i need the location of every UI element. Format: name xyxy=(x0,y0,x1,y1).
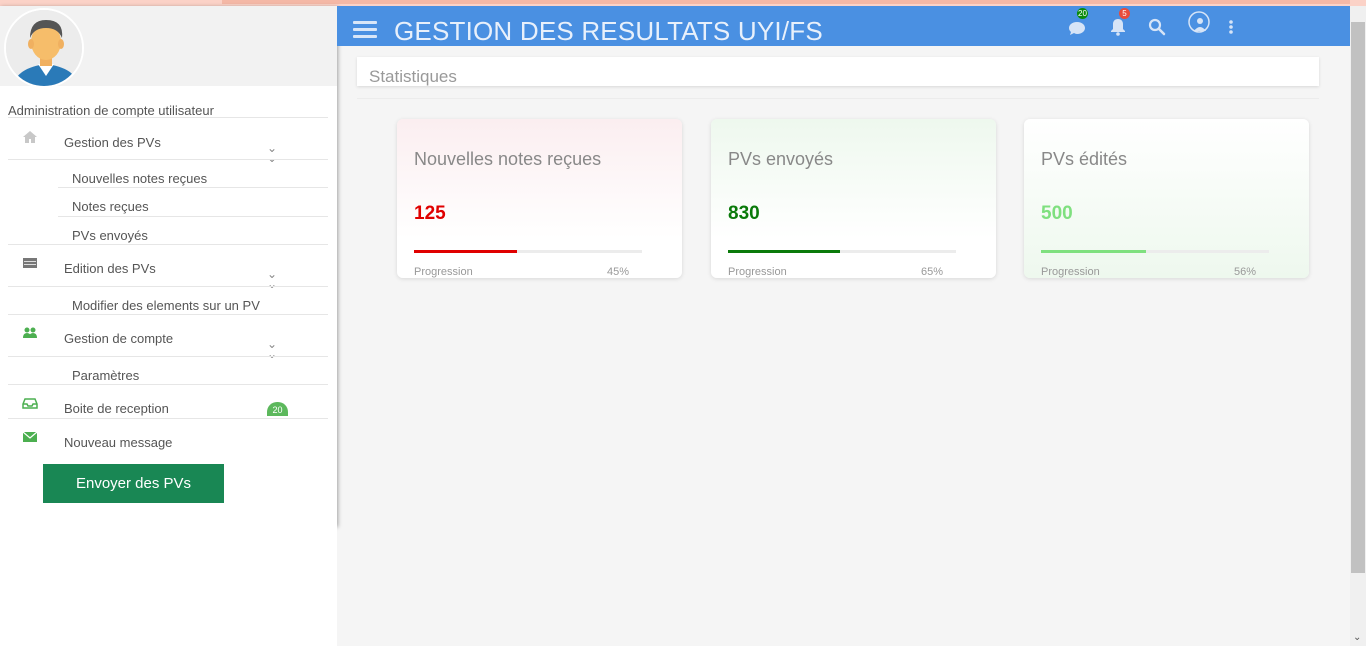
sidebar-blank-area xyxy=(0,526,337,646)
inbox-icon xyxy=(22,398,38,409)
statistics-header: Statistiques xyxy=(357,57,1319,86)
divider xyxy=(8,286,328,287)
table-icon xyxy=(23,258,37,268)
progress-fill xyxy=(728,250,840,253)
top-accent xyxy=(222,0,1350,4)
card-title: PVs édités xyxy=(1041,149,1128,169)
scrollbar-thumb[interactable] xyxy=(1351,22,1365,573)
scroll-down-arrow-icon[interactable]: ⌄ xyxy=(1353,632,1361,643)
home-icon xyxy=(23,131,37,143)
top-header: GESTION DES RESULTATS UYI/FS 20 5 xyxy=(337,6,1350,46)
profile-area xyxy=(0,6,337,88)
divider xyxy=(8,418,328,419)
divider xyxy=(8,244,328,245)
sidebar-item-boite-reception[interactable]: Boite de reception xyxy=(64,401,169,416)
card-value: 125 xyxy=(414,203,446,224)
stat-card-pvs-edites: PVs édités 500 Progression 56% xyxy=(1024,119,1309,278)
divider xyxy=(8,314,328,315)
card-value: 830 xyxy=(728,203,760,224)
envelope-icon xyxy=(22,431,38,442)
search-icon[interactable] xyxy=(1148,18,1166,36)
users-icon xyxy=(23,327,37,338)
sidebar-item-nouveau-message[interactable]: Nouveau message xyxy=(64,435,172,450)
avatar-image-icon xyxy=(6,10,82,86)
sidebar-subitem-modifier-pv[interactable]: Modifier des elements sur un PV xyxy=(72,298,260,313)
sidebar-item-edition-pvs[interactable]: Edition des PVs xyxy=(64,261,156,276)
section-title: Statistiques xyxy=(369,67,457,86)
divider xyxy=(357,98,1319,99)
progress-fill xyxy=(1041,250,1146,253)
admin-title: Administration de compte utilisateur xyxy=(8,103,214,118)
send-pvs-button[interactable]: Envoyer des PVs xyxy=(43,464,224,503)
divider xyxy=(8,356,328,357)
progress-label: Progression xyxy=(728,266,787,278)
progress-track xyxy=(728,250,956,253)
progress-track xyxy=(414,250,642,253)
sidebar-subitem-pvs-envoyes[interactable]: PVs envoyés xyxy=(72,228,148,243)
progress-label: Progression xyxy=(1041,266,1100,278)
chevron-down-icon[interactable]: ⌄ ⌄ xyxy=(267,142,277,164)
divider xyxy=(8,117,328,118)
user-profile-icon[interactable] xyxy=(1187,10,1211,36)
progress-percent: 65% xyxy=(921,266,944,278)
card-title: PVs envoyés xyxy=(728,149,834,169)
inbox-count-badge: 20 xyxy=(267,402,288,416)
divider xyxy=(8,384,328,385)
divider xyxy=(58,187,328,188)
sidebar: Administration de compte utilisateur Ges… xyxy=(0,6,337,526)
progress-percent: 56% xyxy=(1234,266,1257,278)
sidebar-subitem-nouvelles-notes[interactable]: Nouvelles notes reçues xyxy=(72,171,207,186)
user-avatar[interactable] xyxy=(4,8,84,88)
divider xyxy=(8,159,328,160)
vertical-scrollbar[interactable]: ⌄ xyxy=(1350,6,1366,646)
messages-count-badge: 20 xyxy=(1077,8,1088,19)
card-value: 500 xyxy=(1041,203,1073,224)
app-title: GESTION DES RESULTATS UYI/FS xyxy=(394,16,823,46)
sidebar-item-gestion-pvs[interactable]: Gestion des PVs xyxy=(64,135,161,150)
sidebar-item-gestion-compte[interactable]: Gestion de compte xyxy=(64,331,173,346)
notifications-count-badge: 5 xyxy=(1119,8,1130,19)
stat-card-nouvelles-notes: Nouvelles notes reçues 125 Progression 4… xyxy=(397,119,682,278)
sidebar-subitem-parametres[interactable]: Paramètres xyxy=(72,368,139,383)
stat-card-pvs-envoyes: PVs envoyés 830 Progression 65% xyxy=(711,119,996,278)
card-title: Nouvelles notes reçues xyxy=(414,149,602,169)
hamburger-menu-icon[interactable] xyxy=(353,21,377,41)
chat-icon[interactable] xyxy=(1068,19,1086,37)
bell-icon[interactable] xyxy=(1109,18,1127,36)
progress-label: Progression xyxy=(414,266,473,278)
divider xyxy=(58,216,328,217)
progress-fill xyxy=(414,250,517,253)
progress-percent: 45% xyxy=(607,266,630,278)
progress-track xyxy=(1041,250,1269,253)
sidebar-subitem-notes-recues[interactable]: Notes reçues xyxy=(72,199,149,214)
more-vertical-icon[interactable] xyxy=(1227,18,1235,36)
